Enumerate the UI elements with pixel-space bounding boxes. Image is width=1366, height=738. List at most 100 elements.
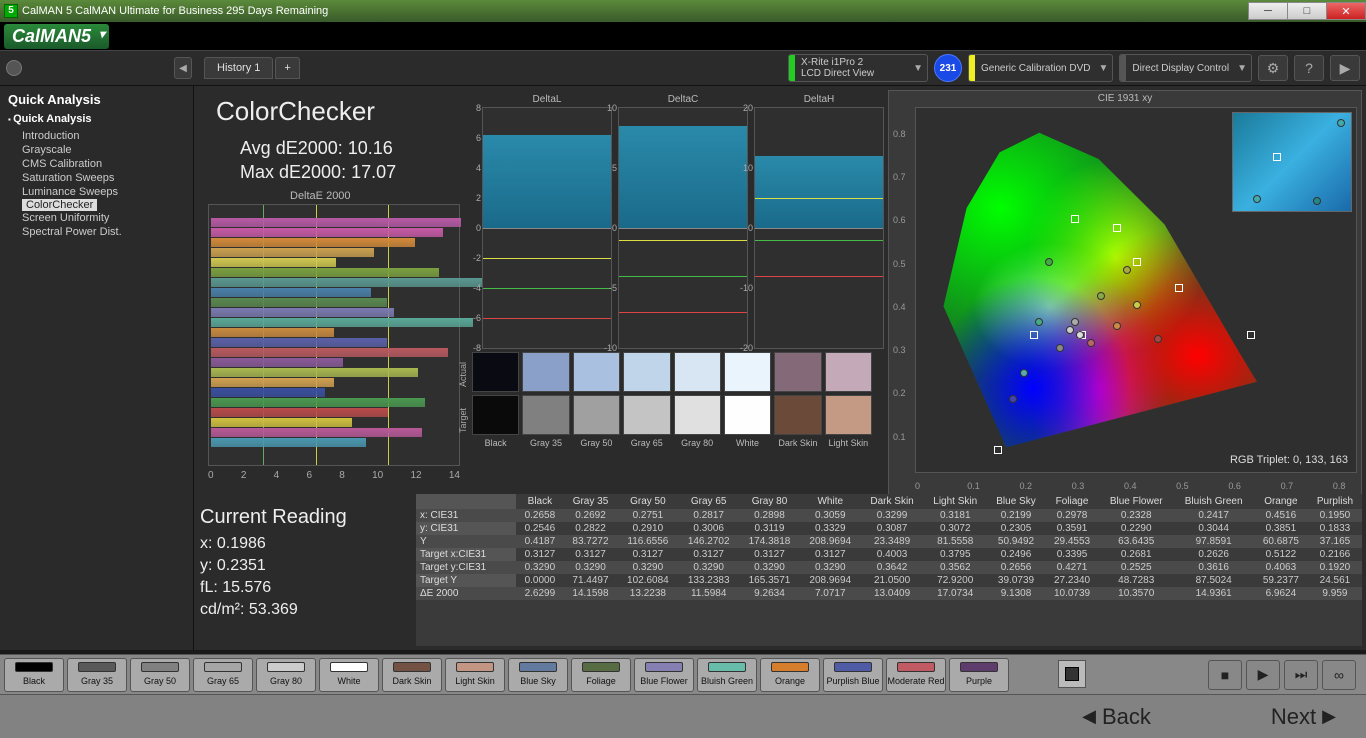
- deltae-bar: [211, 228, 443, 237]
- deltae-bar: [211, 388, 325, 397]
- swatch-actual[interactable]: [522, 352, 569, 392]
- patch-button-black[interactable]: Black: [4, 658, 64, 692]
- expand-button[interactable]: ▶: [1330, 55, 1360, 81]
- sidebar-item-colorchecker[interactable]: ColorChecker: [22, 199, 97, 211]
- reading-x: x: 0.1986: [200, 535, 347, 553]
- swatch-target[interactable]: [774, 395, 821, 435]
- sidebar-item-spectral-power-dist-[interactable]: Spectral Power Dist.: [8, 225, 185, 239]
- sidebar-title: Quick Analysis: [8, 92, 185, 107]
- tab-history-1[interactable]: History 1: [204, 57, 273, 79]
- swatch-label: Gray 65: [623, 438, 670, 448]
- patch-button-gray-65[interactable]: Gray 65: [193, 658, 253, 692]
- swatch-actual[interactable]: [623, 352, 670, 392]
- page-title: ColorChecker: [216, 96, 375, 127]
- close-button[interactable]: ✕: [1326, 2, 1366, 20]
- swatch-actual[interactable]: [774, 352, 821, 392]
- table-header: Dark Skin: [861, 494, 924, 509]
- table-row: Target x:CIE310.31270.31270.31270.31270.…: [416, 548, 1362, 561]
- next-button[interactable]: Next▶: [1271, 704, 1336, 730]
- step-button[interactable]: ⏭: [1284, 660, 1318, 690]
- meter-device-dropdown[interactable]: X-Rite i1Pro 2LCD Direct View ▼: [788, 54, 928, 82]
- swatch-target[interactable]: [573, 395, 620, 435]
- minimize-button[interactable]: ─: [1248, 2, 1288, 20]
- swatch-target[interactable]: [674, 395, 721, 435]
- swatch-target[interactable]: [472, 395, 519, 435]
- chevron-down-icon: ▼: [1237, 63, 1247, 74]
- table-header: [416, 494, 516, 509]
- play-button[interactable]: ▶: [1246, 660, 1280, 690]
- table-header: Gray 50: [617, 494, 678, 509]
- patch-button-light-skin[interactable]: Light Skin: [445, 658, 505, 692]
- patch-button-gray-35[interactable]: Gray 35: [67, 658, 127, 692]
- sidebar-item-screen-uniformity[interactable]: Screen Uniformity: [8, 211, 185, 225]
- patch-button-white[interactable]: White: [319, 658, 379, 692]
- patch-button-gray-50[interactable]: Gray 50: [130, 658, 190, 692]
- swatch-target-label: Target: [458, 408, 468, 433]
- cie-target-marker: [1247, 331, 1255, 339]
- table-header: White: [800, 494, 861, 509]
- cie-measured-dot: [1087, 339, 1095, 347]
- app-icon: 5: [4, 4, 18, 18]
- patch-button-moderate-red[interactable]: Moderate Red: [886, 658, 946, 692]
- sidebar-section[interactable]: Quick Analysis: [8, 113, 185, 125]
- pattern-badge[interactable]: 231: [934, 54, 962, 82]
- sidebar-item-saturation-sweeps[interactable]: Saturation Sweeps: [8, 171, 185, 185]
- content-area: ColorChecker Avg dE2000: 10.16 Max dE200…: [194, 86, 1366, 650]
- cie-gamut-shape: [934, 126, 1264, 454]
- swatch-actual[interactable]: [724, 352, 771, 392]
- sidebar-item-introduction[interactable]: Introduction: [8, 129, 185, 143]
- swatch-target[interactable]: [522, 395, 569, 435]
- collapse-sidebar-button[interactable]: ◀: [174, 57, 192, 79]
- stop-button[interactable]: ■: [1208, 660, 1242, 690]
- loop-button[interactable]: ∞: [1322, 660, 1356, 690]
- chevron-down-icon: ▼: [913, 63, 923, 74]
- swatch-target[interactable]: [724, 395, 771, 435]
- cie-chart: CIE 1931 xy RGB Triplet: 0, 133, 163 0.1…: [888, 90, 1362, 498]
- back-button[interactable]: ◀Back: [1082, 704, 1151, 730]
- table-header: Blue Sky: [987, 494, 1045, 509]
- swatch-actual[interactable]: [573, 352, 620, 392]
- patch-button-purplish-blue[interactable]: Purplish Blue: [823, 658, 883, 692]
- patch-button-purple[interactable]: Purple: [949, 658, 1009, 692]
- settings-button[interactable]: ⚙: [1258, 55, 1288, 81]
- sidebar-item-cms-calibration[interactable]: CMS Calibration: [8, 157, 185, 171]
- deltae-bar: [211, 288, 371, 297]
- deltae-bar: [211, 218, 461, 227]
- table-row: ΔE 20002.629914.159813.223811.59849.2634…: [416, 587, 1362, 600]
- navigation-bar: ◀Back Next▶: [0, 694, 1366, 738]
- patch-button-blue-flower[interactable]: Blue Flower: [634, 658, 694, 692]
- swatch-actual[interactable]: [472, 352, 519, 392]
- deltae-bar: [211, 338, 387, 347]
- sidebar-item-luminance-sweeps[interactable]: Luminance Sweeps: [8, 185, 185, 199]
- deltae-bar: [211, 348, 448, 357]
- swatch-target[interactable]: [825, 395, 872, 435]
- patch-button-bluish-green[interactable]: Bluish Green: [697, 658, 757, 692]
- help-button[interactable]: ?: [1294, 55, 1324, 81]
- sidebar-item-grayscale[interactable]: Grayscale: [8, 143, 185, 157]
- maximize-button[interactable]: □: [1287, 2, 1327, 20]
- patch-button-gray-80[interactable]: Gray 80: [256, 658, 316, 692]
- patch-button-dark-skin[interactable]: Dark Skin: [382, 658, 442, 692]
- tab-add[interactable]: +: [275, 57, 299, 79]
- app-logo-dropdown[interactable]: CalMAN5: [4, 24, 109, 49]
- play-icon: ▶: [1258, 666, 1269, 683]
- reading-title: Current Reading: [200, 506, 347, 529]
- patch-button-blue-sky[interactable]: Blue Sky: [508, 658, 568, 692]
- bottom-patch-bar: BlackGray 35Gray 50Gray 65Gray 80WhiteDa…: [0, 654, 1366, 694]
- patch-button-foliage[interactable]: Foliage: [571, 658, 631, 692]
- swatch-actual[interactable]: [825, 352, 872, 392]
- deltae-bar: [211, 318, 473, 327]
- deltae-bar: [211, 358, 343, 367]
- deltae-bar: [211, 248, 374, 257]
- record-indicator[interactable]: [6, 60, 22, 76]
- toolbar: ◀ History 1 + X-Rite i1Pro 2LCD Direct V…: [0, 50, 1366, 86]
- display-device-dropdown[interactable]: Direct Display Control ▼: [1119, 54, 1252, 82]
- swatch-label: Gray 80: [674, 438, 721, 448]
- patch-button-orange[interactable]: Orange: [760, 658, 820, 692]
- deltae-bar: [211, 208, 257, 217]
- swatch-target[interactable]: [623, 395, 670, 435]
- source-device-dropdown[interactable]: Generic Calibration DVD ▼: [968, 54, 1113, 82]
- swatch-actual[interactable]: [674, 352, 721, 392]
- logo-bar: CalMAN5: [0, 22, 1366, 50]
- deltac-chart: DeltaC 1050-5-10: [618, 94, 748, 348]
